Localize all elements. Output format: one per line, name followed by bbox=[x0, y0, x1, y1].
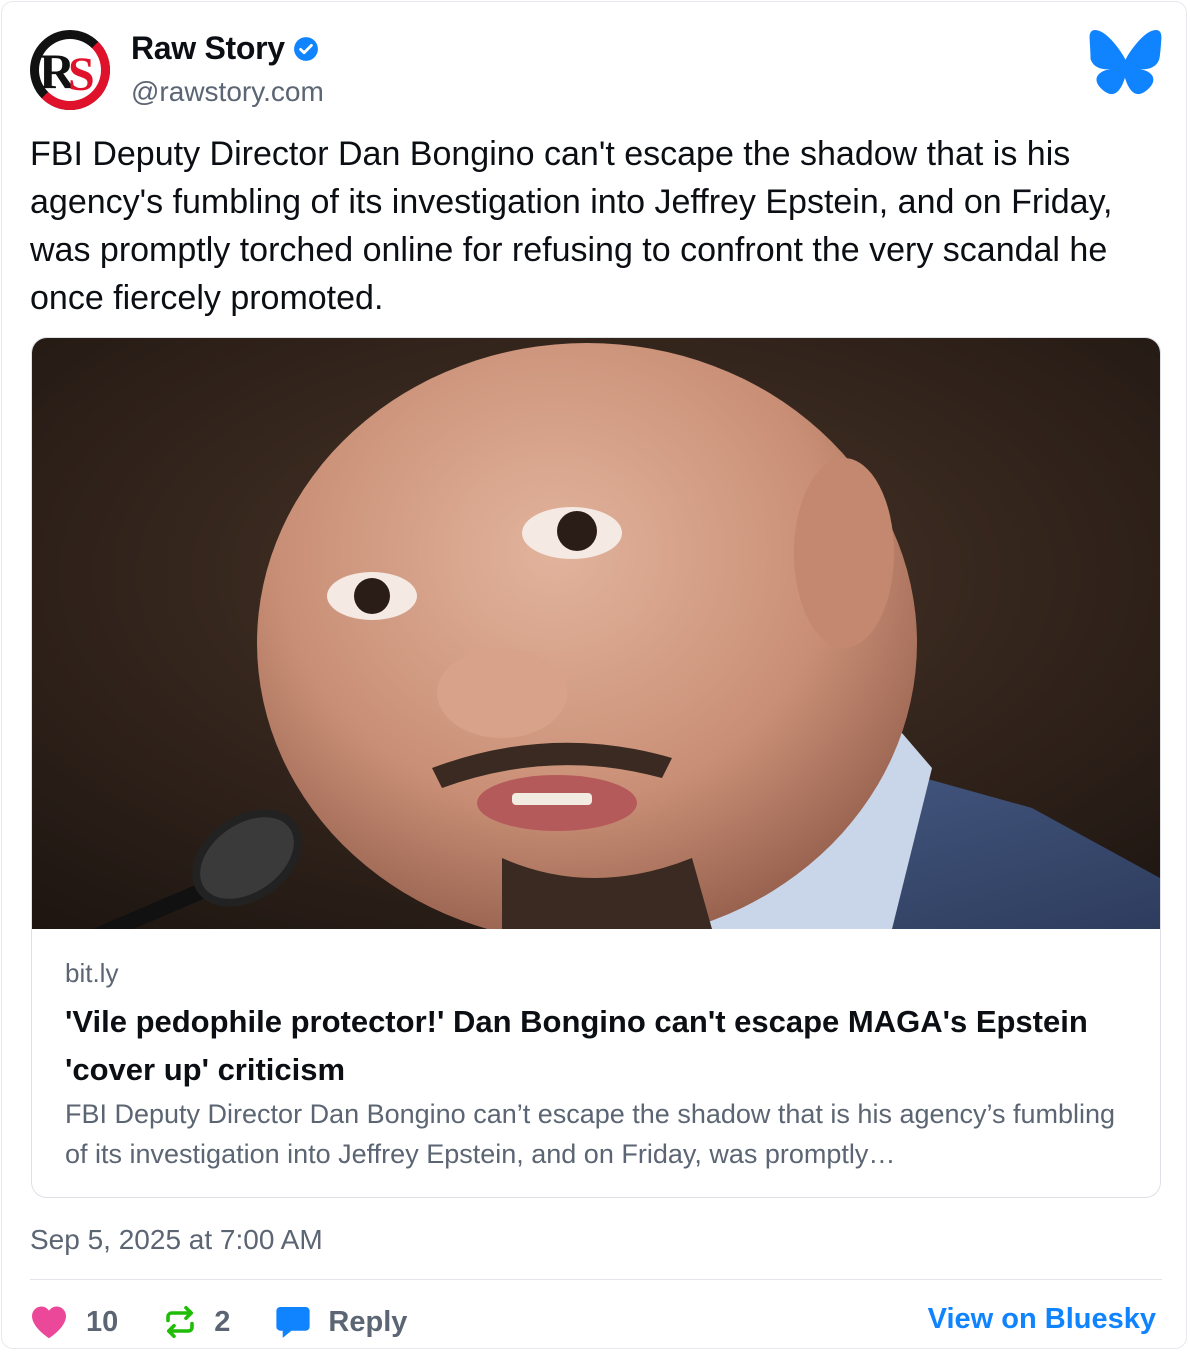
post-text: FBI Deputy Director Dan Bongino can't es… bbox=[30, 135, 1113, 317]
speech-bubble-icon bbox=[276, 1306, 311, 1338]
heart-icon bbox=[32, 1306, 66, 1339]
divider bbox=[30, 1279, 1162, 1280]
author-display-name[interactable]: Raw Story bbox=[131, 30, 285, 67]
reply-label: Reply bbox=[328, 1305, 408, 1338]
avatar[interactable]: R S bbox=[30, 30, 110, 110]
post-card: R S Raw Story @rawstory.com FBI Deputy D… bbox=[1, 1, 1187, 1349]
reply-button[interactable]: Reply bbox=[230, 1303, 407, 1341]
view-on-bluesky-link[interactable]: View on Bluesky bbox=[928, 1303, 1156, 1336]
like-button[interactable]: 10 bbox=[30, 1305, 118, 1339]
link-preview-image[interactable] bbox=[32, 338, 1160, 929]
verified-badge-icon bbox=[293, 36, 318, 61]
repost-button[interactable]: 2 bbox=[118, 1304, 230, 1340]
link-preview-title[interactable]: 'Vile pedophile protector!' Dan Bongino … bbox=[65, 998, 1135, 1094]
post-timestamp[interactable]: Sep 5, 2025 at 7:00 AM bbox=[30, 1224, 323, 1256]
link-preview-card[interactable]: bit.ly 'Vile pedophile protector!' Dan B… bbox=[31, 337, 1161, 1198]
repost-count: 2 bbox=[214, 1305, 231, 1338]
author-handle[interactable]: @rawstory.com bbox=[131, 76, 324, 108]
svg-text:S: S bbox=[68, 48, 95, 101]
action-bar: 10 2 Reply bbox=[30, 1298, 407, 1346]
bluesky-butterfly-icon[interactable] bbox=[1089, 30, 1162, 94]
link-preview-description: FBI Deputy Director Dan Bongino can’t es… bbox=[65, 1099, 1116, 1169]
link-preview-domain: bit.ly bbox=[65, 958, 119, 988]
repost-icon bbox=[166, 1305, 195, 1339]
author-name-row: Raw Story bbox=[131, 30, 319, 67]
like-count: 10 bbox=[86, 1305, 119, 1338]
